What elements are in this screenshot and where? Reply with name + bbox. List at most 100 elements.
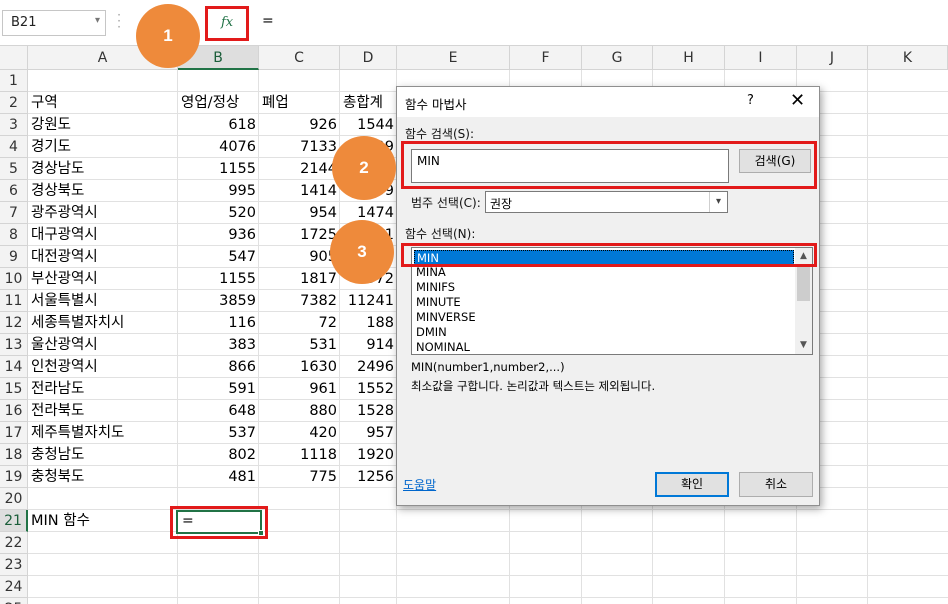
table-cell-closed[interactable]: 1118 xyxy=(259,444,340,466)
table-cell-region[interactable]: 충청북도 xyxy=(28,466,178,488)
table-cell-closed[interactable]: 2144 xyxy=(259,158,340,180)
table-cell-open[interactable]: 520 xyxy=(178,202,259,224)
table-cell-closed[interactable]: 961 xyxy=(259,378,340,400)
row-header-22[interactable]: 22 xyxy=(0,532,28,554)
active-cell-b21[interactable]: = xyxy=(176,510,264,536)
column-header-j[interactable]: J xyxy=(797,46,868,70)
table-cell-region[interactable]: 광주광역시 xyxy=(28,202,178,224)
chevron-down-icon[interactable]: ▾ xyxy=(709,192,727,212)
row-header-6[interactable]: 6 xyxy=(0,180,28,202)
row-header-15[interactable]: 15 xyxy=(0,378,28,400)
dialog-title-bar[interactable]: 함수 마법사 ? ✕ xyxy=(397,87,819,117)
function-list-item[interactable]: MINUTE xyxy=(416,295,461,310)
help-link[interactable]: 도움말 xyxy=(403,476,436,493)
table-cell-region[interactable]: 경상북도 xyxy=(28,180,178,202)
table-cell-open[interactable]: 547 xyxy=(178,246,259,268)
table-cell-total[interactable]: 188 xyxy=(340,312,397,334)
table-cell-open[interactable]: 3859 xyxy=(178,290,259,312)
function-list-item[interactable]: NOMINAL xyxy=(416,340,470,355)
table-cell-total[interactable]: 11241 xyxy=(340,290,397,312)
column-header-f[interactable]: F xyxy=(510,46,582,70)
row-header-14[interactable]: 14 xyxy=(0,356,28,378)
table-cell-region[interactable]: 대구광역시 xyxy=(28,224,178,246)
row-header-19[interactable]: 19 xyxy=(0,466,28,488)
table-cell-region[interactable]: 대전광역시 xyxy=(28,246,178,268)
table-cell-closed[interactable]: 7382 xyxy=(259,290,340,312)
row-header-9[interactable]: 9 xyxy=(0,246,28,268)
close-icon[interactable]: ✕ xyxy=(790,90,805,111)
name-box[interactable]: B21 ▾ xyxy=(2,10,106,36)
drag-handle-icon[interactable]: · · · xyxy=(116,9,122,33)
row-header-21[interactable]: 21 xyxy=(0,510,28,532)
table-cell-closed[interactable]: 72 xyxy=(259,312,340,334)
table-cell-total[interactable]: 1256 xyxy=(340,466,397,488)
cancel-button[interactable]: 취소 xyxy=(739,472,813,497)
table-cell-open[interactable]: 1155 xyxy=(178,158,259,180)
table-cell-closed[interactable]: 880 xyxy=(259,400,340,422)
table-cell-region[interactable]: 부산광역시 xyxy=(28,268,178,290)
row-header-2[interactable]: 2 xyxy=(0,92,28,114)
header-cell-closed[interactable]: 폐업 xyxy=(259,92,340,114)
table-cell-open[interactable]: 648 xyxy=(178,400,259,422)
column-header-c[interactable]: C xyxy=(259,46,340,70)
table-cell-region[interactable]: 경상남도 xyxy=(28,158,178,180)
table-cell-total[interactable]: 1544 xyxy=(340,114,397,136)
table-cell-open[interactable]: 383 xyxy=(178,334,259,356)
function-list-item[interactable]: MINA xyxy=(416,265,446,280)
row-header-25[interactable]: 25 xyxy=(0,598,28,604)
table-cell-total[interactable]: 914 xyxy=(340,334,397,356)
cell-a21-label[interactable]: MIN 함수 xyxy=(28,510,178,532)
table-cell-closed[interactable]: 420 xyxy=(259,422,340,444)
row-header-16[interactable]: 16 xyxy=(0,400,28,422)
table-cell-region[interactable]: 전라남도 xyxy=(28,378,178,400)
table-cell-region[interactable]: 울산광역시 xyxy=(28,334,178,356)
column-header-e[interactable]: E xyxy=(397,46,510,70)
table-cell-closed[interactable]: 1725 xyxy=(259,224,340,246)
table-cell-open[interactable]: 866 xyxy=(178,356,259,378)
table-cell-closed[interactable]: 905 xyxy=(259,246,340,268)
table-cell-total[interactable]: 1528 xyxy=(340,400,397,422)
scroll-thumb[interactable] xyxy=(797,265,810,301)
table-cell-closed[interactable]: 1414 xyxy=(259,180,340,202)
ok-button[interactable]: 확인 xyxy=(655,472,729,497)
formula-input[interactable]: = xyxy=(252,10,948,36)
row-header-7[interactable]: 7 xyxy=(0,202,28,224)
table-cell-open[interactable]: 591 xyxy=(178,378,259,400)
column-header-h[interactable]: H xyxy=(653,46,725,70)
table-cell-closed[interactable]: 1630 xyxy=(259,356,340,378)
header-cell-open[interactable]: 영업/정상 xyxy=(178,92,259,114)
table-cell-region[interactable]: 제주특별자치도 xyxy=(28,422,178,444)
row-header-23[interactable]: 23 xyxy=(0,554,28,576)
header-cell-total[interactable]: 총합계 xyxy=(340,92,396,114)
table-cell-closed[interactable]: 926 xyxy=(259,114,340,136)
row-header-5[interactable]: 5 xyxy=(0,158,28,180)
table-cell-total[interactable]: 957 xyxy=(340,422,397,444)
table-cell-open[interactable]: 116 xyxy=(178,312,259,334)
row-header-11[interactable]: 11 xyxy=(0,290,28,312)
header-cell-region[interactable]: 구역 xyxy=(28,92,178,114)
table-cell-closed[interactable]: 1817 xyxy=(259,268,340,290)
table-cell-open[interactable]: 4076 xyxy=(178,136,259,158)
row-header-13[interactable]: 13 xyxy=(0,334,28,356)
column-header-k[interactable]: K xyxy=(868,46,948,70)
table-cell-open[interactable]: 1155 xyxy=(178,268,259,290)
table-cell-region[interactable]: 서울특별시 xyxy=(28,290,178,312)
row-header-24[interactable]: 24 xyxy=(0,576,28,598)
table-cell-total[interactable]: 2496 xyxy=(340,356,397,378)
table-cell-open[interactable]: 802 xyxy=(178,444,259,466)
table-cell-region[interactable]: 세종특별자치시 xyxy=(28,312,178,334)
select-all-corner[interactable] xyxy=(0,46,28,70)
function-list-item[interactable]: MINVERSE xyxy=(416,310,476,325)
row-header-20[interactable]: 20 xyxy=(0,488,28,510)
table-cell-open[interactable]: 618 xyxy=(178,114,259,136)
column-header-d[interactable]: D xyxy=(340,46,397,70)
table-cell-open[interactable]: 481 xyxy=(178,466,259,488)
table-cell-closed[interactable]: 531 xyxy=(259,334,340,356)
chevron-down-icon[interactable]: ▾ xyxy=(95,15,100,26)
function-list-item[interactable]: MINIFS xyxy=(416,280,455,295)
table-cell-total[interactable]: 1920 xyxy=(340,444,397,466)
table-cell-region[interactable]: 전라북도 xyxy=(28,400,178,422)
table-cell-open[interactable]: 995 xyxy=(178,180,259,202)
table-cell-region[interactable]: 경기도 xyxy=(28,136,178,158)
help-icon[interactable]: ? xyxy=(747,93,754,108)
